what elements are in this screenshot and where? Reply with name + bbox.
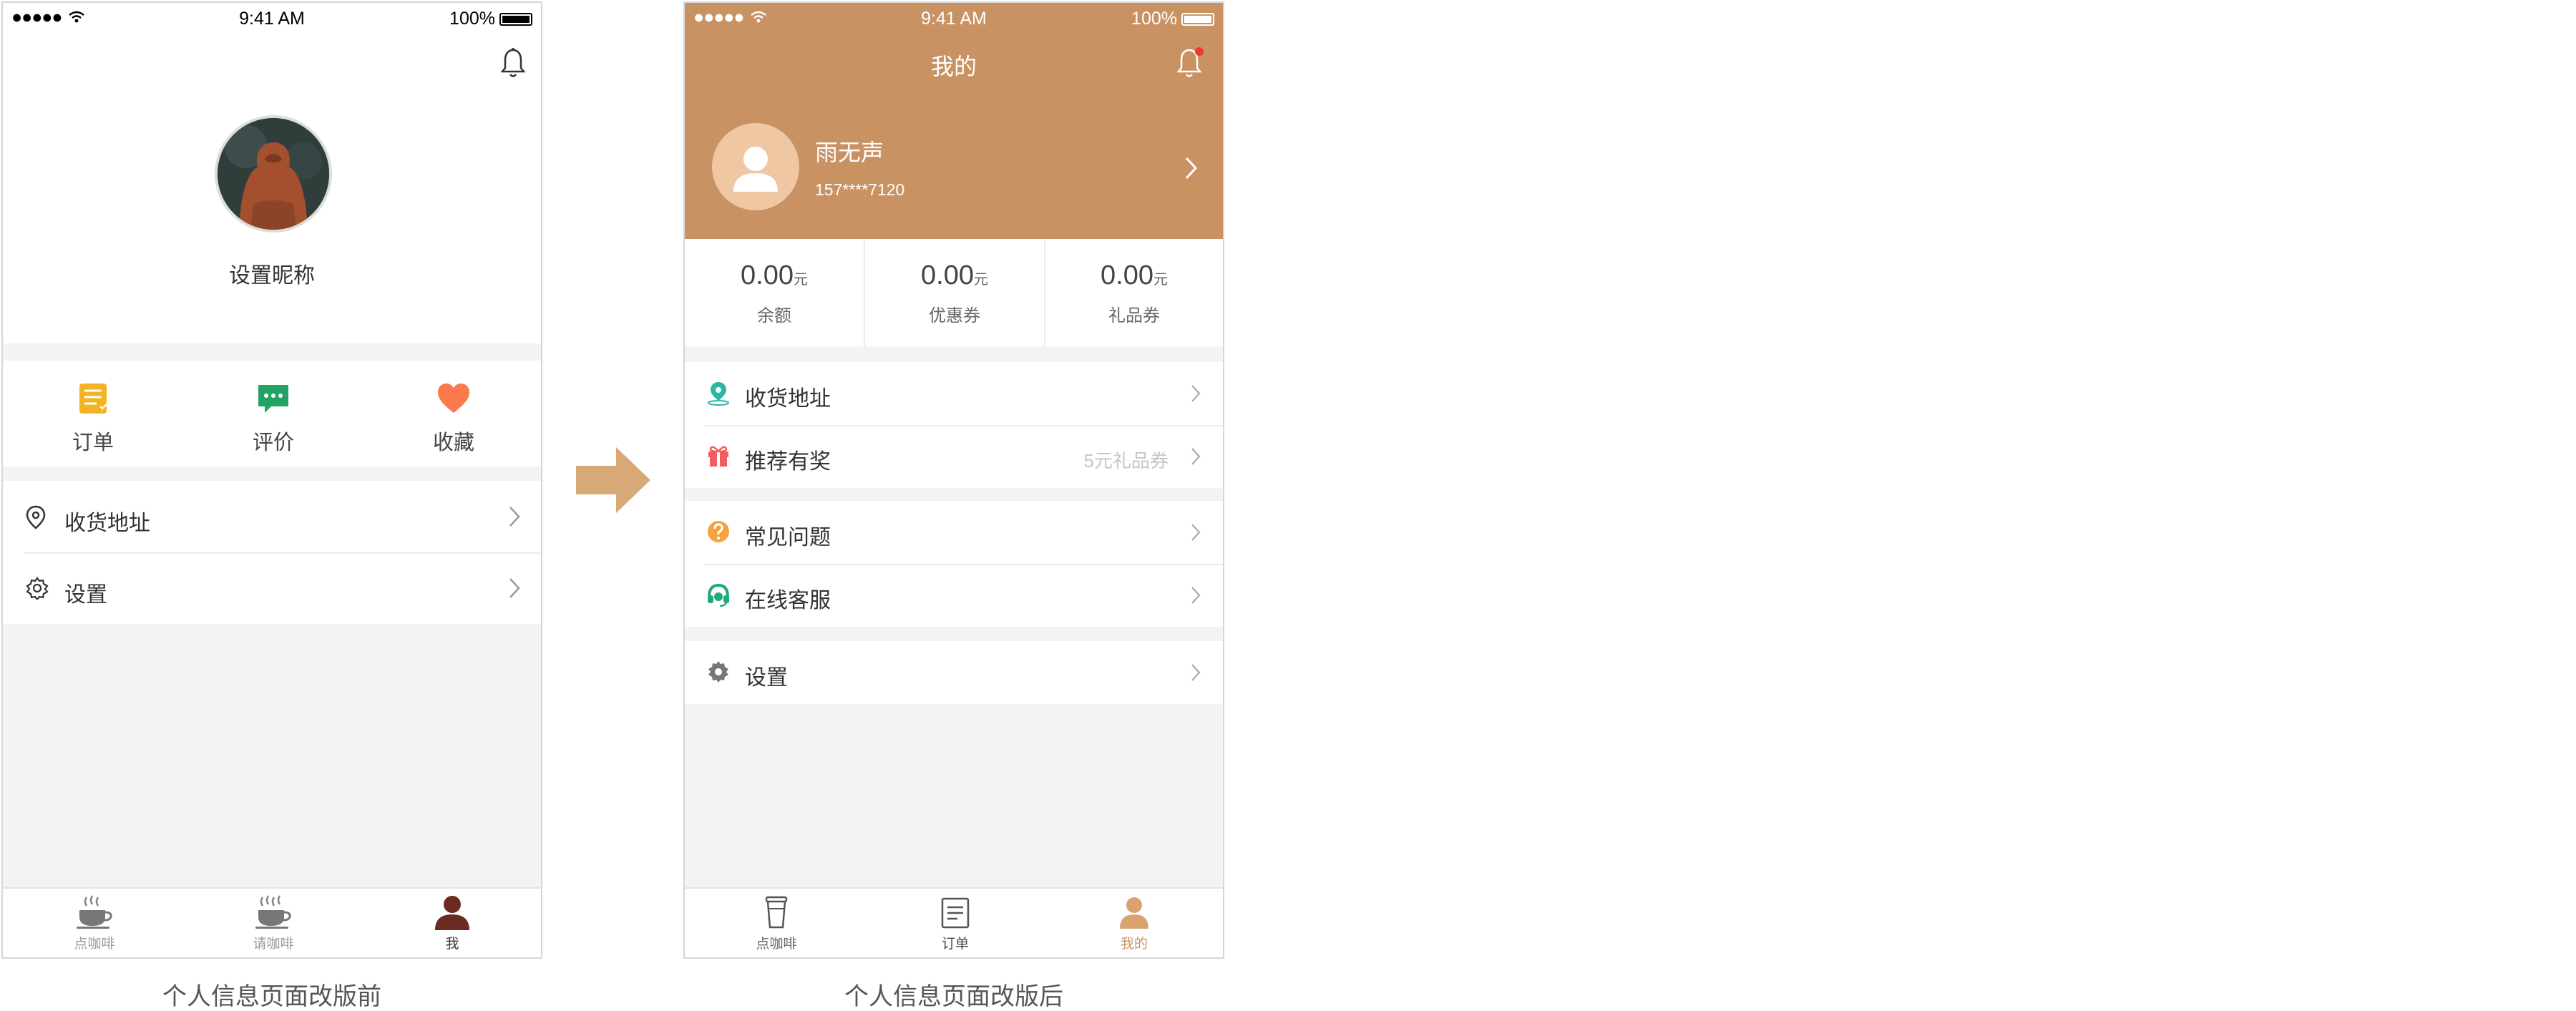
menu-item-label: 常见问题 [745, 526, 831, 550]
person-icon [402, 894, 502, 932]
arrow-right-icon [576, 447, 650, 517]
profile-header: ●●●●● 9:41 AM 100% 设置昵称 [3, 3, 541, 343]
wallet-stats: 0.00元 余额 0.00元 优惠券 0.00元 礼品券 [685, 239, 1223, 346]
menu-group-2: 常见问题 在线客服 [685, 501, 1223, 627]
menu-item-faq[interactable]: 常见问题 [685, 501, 1223, 564]
battery-percent: 100% [1131, 9, 1177, 29]
stat-label: 优惠券 [929, 306, 980, 326]
battery-percent: 100% [449, 9, 495, 29]
menu-item-label: 在线客服 [745, 589, 831, 612]
menu-item-address[interactable]: 收货地址 [3, 481, 541, 552]
avatar[interactable] [215, 115, 332, 233]
user-name: 雨无声 [815, 140, 884, 165]
chevron-right-icon[interactable] [1184, 156, 1199, 184]
question-icon [706, 519, 731, 547]
quick-action-label: 评价 [252, 431, 294, 454]
chevron-right-icon [1190, 585, 1201, 609]
battery-icon [499, 13, 532, 26]
tab-label: 我 [445, 937, 459, 952]
chevron-right-icon [508, 577, 521, 603]
quick-action-label: 收藏 [432, 431, 474, 454]
menu-item-label: 收货地址 [64, 512, 150, 535]
comment-icon [223, 382, 323, 419]
stat-coupons[interactable]: 0.00元 优惠券 [864, 239, 1044, 346]
caption-before: 个人信息页面改版前 [162, 983, 381, 1010]
menu-group-3: 设置 [685, 641, 1223, 704]
coffee-gift-icon [223, 894, 323, 932]
bell-icon[interactable] [500, 47, 526, 82]
battery-icon [1181, 13, 1214, 26]
chevron-right-icon [508, 505, 521, 532]
page-title: 我的 [930, 54, 977, 79]
stat-label: 礼品券 [1108, 306, 1160, 326]
order-icon [905, 894, 1005, 932]
tab-bar: 点咖啡 请咖啡 我 [3, 887, 541, 957]
phone-after: ●●●●● 9:41 AM 100% 我的 雨无声 157****7120 0.… [683, 1, 1224, 959]
tab-orders[interactable]: 订单 [905, 894, 1005, 952]
menu-item-settings[interactable]: 设置 [685, 641, 1223, 704]
nickname-label[interactable]: 设置昵称 [3, 258, 541, 289]
tab-label: 请咖啡 [253, 937, 294, 952]
menu-item-support[interactable]: 在线客服 [685, 564, 1223, 627]
headset-icon [706, 582, 731, 610]
gift-icon [706, 444, 731, 472]
quick-action-reviews[interactable]: 评价 [223, 382, 323, 456]
caption-after: 个人信息页面改版后 [844, 983, 1063, 1010]
order-icon [43, 382, 143, 419]
chevron-right-icon [1190, 446, 1201, 470]
menu-list: 收货地址 设置 [3, 481, 541, 624]
gear-icon [26, 577, 49, 603]
stat-unit: 元 [793, 272, 808, 288]
tab-label: 我的 [1120, 937, 1148, 952]
user-phone: 157****7120 [815, 180, 905, 199]
tab-treat-coffee[interactable]: 请咖啡 [223, 894, 323, 952]
location-pin-icon [26, 505, 46, 533]
tab-label: 点咖啡 [756, 937, 797, 952]
stat-gift-vouchers[interactable]: 0.00元 礼品券 [1044, 239, 1223, 346]
menu-item-label: 收货地址 [745, 387, 831, 411]
status-bar: ●●●●● 9:41 AM 100% [3, 3, 541, 34]
tab-label: 订单 [941, 937, 969, 952]
coffee-cup-icon [44, 894, 145, 932]
tab-mine[interactable]: 我的 [1084, 894, 1184, 952]
menu-item-hint: 5元礼品券 [1083, 450, 1169, 472]
menu-group-1: 收货地址 推荐有奖 5元礼品券 [685, 362, 1223, 488]
menu-item-referral[interactable]: 推荐有奖 5元礼品券 [685, 425, 1223, 488]
gear-icon [706, 660, 731, 688]
tab-label: 点咖啡 [74, 937, 115, 952]
quick-action-label: 订单 [72, 431, 114, 454]
stat-unit: 元 [1153, 272, 1168, 288]
quick-action-favorites[interactable]: 收藏 [404, 382, 504, 456]
person-icon [1084, 894, 1184, 932]
stat-balance[interactable]: 0.00元 余额 [685, 239, 864, 346]
menu-item-settings[interactable]: 设置 [3, 552, 541, 624]
heart-icon [404, 382, 504, 419]
coffee-cup-icon [726, 894, 826, 932]
stat-unit: 元 [973, 272, 988, 288]
stat-value: 0.00 [1101, 260, 1153, 290]
menu-item-label: 推荐有奖 [745, 450, 831, 474]
chevron-right-icon [1190, 384, 1201, 407]
profile-header: ●●●●● 9:41 AM 100% 我的 雨无声 157****7120 [685, 3, 1223, 239]
menu-item-label: 设置 [64, 583, 107, 607]
menu-item-address[interactable]: 收货地址 [685, 362, 1223, 425]
status-bar: ●●●●● 9:41 AM 100% [685, 3, 1223, 34]
location-pin-icon [706, 381, 731, 410]
tab-order-coffee[interactable]: 点咖啡 [44, 894, 145, 952]
chevron-right-icon [1190, 663, 1201, 686]
bell-icon[interactable] [1176, 46, 1206, 82]
menu-item-label: 设置 [745, 666, 788, 690]
quick-action-orders[interactable]: 订单 [43, 382, 143, 456]
chevron-right-icon [1190, 522, 1201, 546]
tab-order-coffee[interactable]: 点咖啡 [726, 894, 826, 952]
quick-actions: 订单 评价 收藏 [3, 361, 541, 467]
avatar[interactable] [712, 123, 799, 210]
phone-before: ●●●●● 9:41 AM 100% 设置昵称 订单 评价 收藏 收货地址 设置… [1, 1, 542, 959]
stat-label: 余额 [757, 306, 791, 326]
stat-value: 0.00 [741, 260, 794, 290]
tab-bar: 点咖啡 订单 我的 [685, 887, 1223, 957]
tab-me[interactable]: 我 [402, 894, 502, 952]
stat-value: 0.00 [921, 260, 974, 290]
